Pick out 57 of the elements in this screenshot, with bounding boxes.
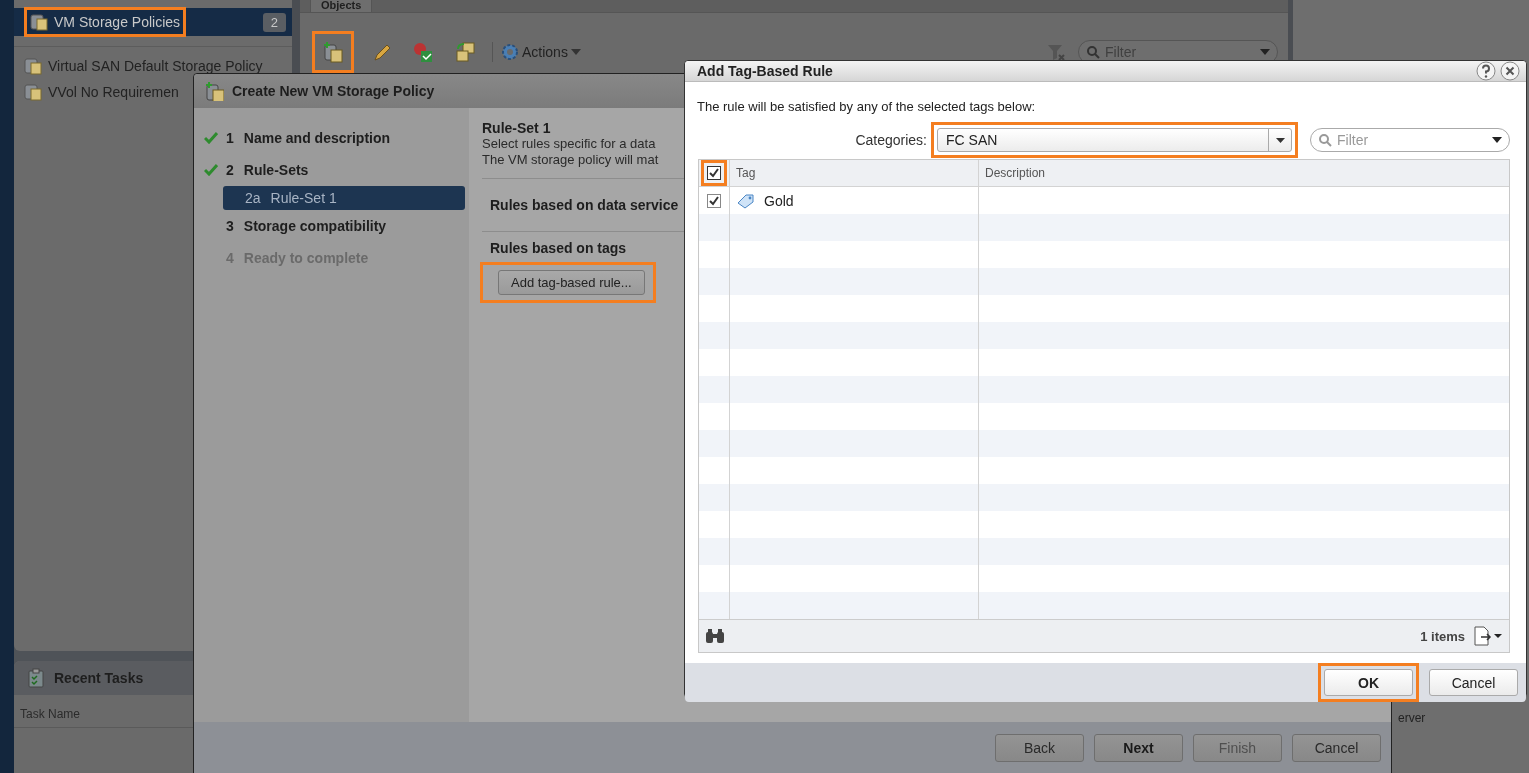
caret-icon [1492, 137, 1502, 143]
gear-icon [501, 43, 519, 61]
column-header: Tag [736, 166, 756, 180]
nav-item[interactable]: VM Storage Policies 2 [14, 8, 292, 36]
tab[interactable]: Objects [310, 0, 373, 13]
checkbox[interactable] [707, 166, 721, 180]
export-icon[interactable] [1473, 626, 1503, 646]
policy-icon [24, 83, 42, 101]
clear-filter-icon [1046, 42, 1066, 62]
search-icon [1318, 133, 1332, 147]
binoculars-icon [705, 628, 725, 644]
section-heading: Rule-Set 1 [482, 120, 551, 136]
create-policy-icon [322, 41, 344, 63]
column-header: Description [985, 166, 1046, 180]
dialog-button[interactable]: Cancel [1292, 734, 1381, 762]
description-text: The VM storage policy will mat [482, 152, 659, 168]
clone-policy-icon [454, 41, 476, 63]
wizard-step[interactable]: 1 Name and description [194, 122, 469, 154]
section-title: Rules based on data service [490, 197, 679, 213]
category-dropdown[interactable]: FC SAN [937, 128, 1292, 152]
wizard-step[interactable]: 2 Rule-Sets [194, 154, 469, 186]
wizard-step[interactable]: 3 Storage compatibility [194, 210, 469, 242]
policy-item[interactable]: Virtual SAN Default Storage Policy [14, 53, 292, 79]
column-header: erver [1398, 711, 1426, 725]
caret-icon [1275, 137, 1285, 143]
create-policy-icon [204, 81, 224, 101]
check-icon [204, 164, 218, 176]
checkbox[interactable] [707, 193, 721, 208]
policy-icon [24, 57, 42, 75]
tag-icon [736, 192, 756, 209]
help-icon[interactable] [1476, 61, 1496, 81]
dialog-title: Add Tag-Based Rule [697, 63, 833, 79]
dialog-title: Create New VM Storage Policy [232, 83, 435, 99]
check-icon [204, 132, 218, 144]
dialog-button[interactable]: Cancel [1429, 669, 1518, 696]
dialog-button[interactable]: Back [995, 734, 1084, 762]
dialog-button[interactable]: Next [1094, 734, 1183, 762]
search-icon [1086, 45, 1100, 59]
count-badge: 2 [262, 12, 286, 32]
wizard-step[interactable]: 2a Rule-Set 1 [223, 186, 465, 210]
caret-icon [570, 49, 581, 55]
check-policy-icon [412, 41, 434, 63]
field-label: Categories: [855, 132, 927, 148]
description-text: Select rules specific for a data [482, 136, 656, 152]
policy-icon [30, 13, 48, 31]
caret-icon [1260, 49, 1270, 55]
dialog-button[interactable]: OK [1324, 669, 1413, 696]
section-title: Rules based on tags [490, 240, 627, 256]
clipboard-icon [28, 668, 44, 688]
nav-label: VM Storage Policies [54, 14, 181, 30]
panel-title: Recent Tasks [54, 670, 144, 686]
filter-field[interactable]: Filter [1310, 128, 1510, 152]
item-count: 1 items [1420, 628, 1465, 644]
add-rule-button[interactable]: Add tag-based rule... [498, 270, 645, 295]
tag-name: Gold [764, 192, 794, 209]
close-icon[interactable] [1500, 61, 1520, 81]
instruction-text: The rule will be satisfied by any of the selected tags below: [697, 99, 1037, 114]
